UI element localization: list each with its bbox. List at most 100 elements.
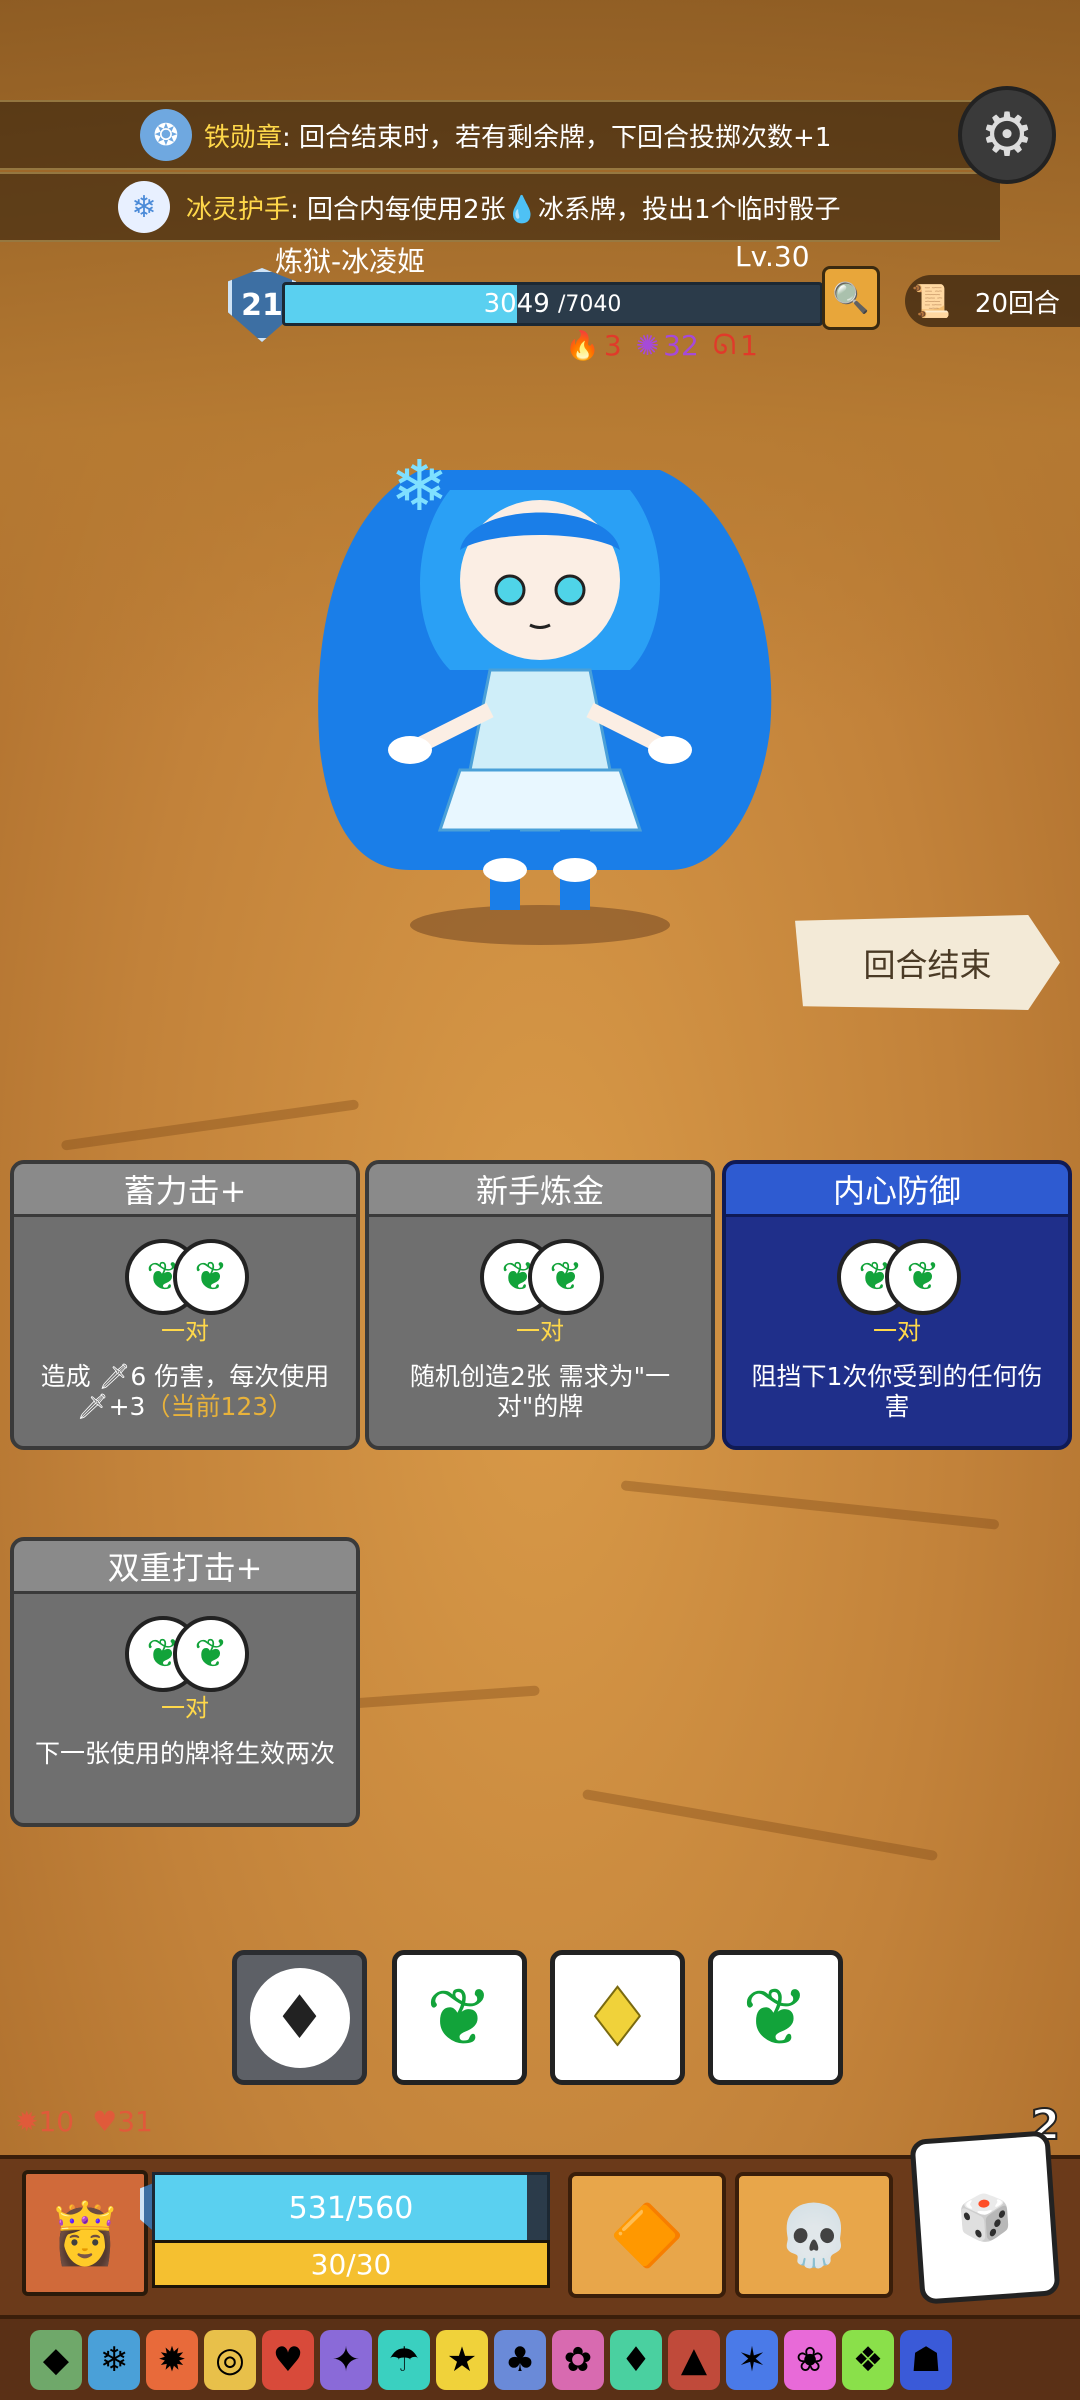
enemy-shield-value: 21 [241, 287, 283, 323]
fire-orb-icon: 🔶 [609, 2200, 685, 2271]
relic-icon[interactable]: ❖ [842, 2329, 894, 2390]
skill-card[interactable]: 内心防御 ❦ ❦ 一对 阻挡下1次你受到的任何伤害 [722, 1160, 1072, 1450]
card-requirement: 一对 [161, 1694, 209, 1722]
player-hp-bar: 531/560 [152, 2172, 550, 2244]
svg-text:❄: ❄ [390, 445, 449, 527]
turn-label: 20回合 [974, 288, 1060, 319]
skill-card[interactable]: 蓄力击+ ❦ ❦ 一对 造成 🗡6 伤害，每次使用 🗡+3（当前123） [10, 1160, 360, 1450]
scroll-icon: 📜 [911, 282, 951, 320]
skill-card[interactable]: 新手炼金 ❦ ❦ 一对 随机创造2张 需求为"一对"的牌 [365, 1160, 715, 1450]
relic-icon[interactable]: ☂ [378, 2329, 430, 2390]
enemy-status[interactable]: 🔥 3 [565, 328, 622, 362]
relic-icon[interactable]: ♦ [610, 2329, 662, 2390]
curse-icon: ᘏ [712, 328, 737, 361]
dice-icon: 🎲 [955, 2190, 1015, 2246]
relic-icon[interactable]: ✶ [726, 2329, 778, 2390]
card-desc-highlight: （当前123） [145, 1392, 294, 1421]
card-desc-text: 随机创造2张 需求为"一对"的牌 [409, 1362, 671, 1421]
skill-card[interactable]: 双重打击+ ❦ ❦ 一对 下一张使用的牌将生效两次 [10, 1537, 360, 1827]
enemy-hp-max: /7040 [558, 291, 622, 317]
end-turn-button[interactable]: 回合结束 [795, 915, 1060, 1010]
status-value: 1 [740, 328, 758, 362]
enemy-hp-bar: 3049 /7040 [282, 282, 823, 326]
diamond-icon: ♦ [249, 1967, 350, 2068]
pair-requirement-icon: ❦ ❦ [480, 1239, 604, 1315]
relic-icon[interactable]: ◆ [30, 2329, 82, 2390]
leaf-icon: ❦ [173, 1239, 249, 1315]
inspect-enemy-button[interactable]: 🔍 [822, 266, 880, 330]
relic-icon[interactable]: ✹ [146, 2329, 198, 2390]
card-description: 下一张使用的牌将生效两次 [14, 1723, 356, 1769]
splat-icon: ✺ [635, 328, 660, 362]
dice-slot[interactable]: ♦ [550, 1950, 685, 2085]
dice-slot[interactable]: ❦ [708, 1950, 843, 2085]
water-skull-icon: 💀 [776, 2200, 852, 2271]
relic-icon[interactable]: ◎ [204, 2329, 256, 2390]
card-requirement: 一对 [873, 1317, 921, 1345]
buff-banner[interactable]: ❂ 铁勋章: 回合结束时，若有剩余牌，下回合投掷次数+1 [0, 100, 1000, 170]
relic-icon[interactable]: ☗ [900, 2329, 952, 2390]
leaf-icon: ❦ [425, 1971, 494, 2064]
settings-gear-icon[interactable]: ⚙ [962, 90, 1052, 180]
card-title: 内心防御 [726, 1164, 1068, 1217]
card-title: 蓄力击+ [14, 1164, 356, 1217]
buff-name: 冰灵护手 [186, 194, 291, 225]
relic-icon[interactable]: ✿ [552, 2329, 604, 2390]
relic-icon[interactable]: ❄ [88, 2329, 140, 2390]
roll-dice-button[interactable]: 🎲 [909, 2130, 1061, 2305]
skill-water-button[interactable]: 💀 [735, 2172, 893, 2298]
heart-shield-icon: ♥ [92, 2105, 118, 2138]
ice-charm-icon: ❄ [118, 181, 170, 233]
enemy-status[interactable]: ✺ 32 [636, 328, 699, 362]
buff-text: 铁勋章: 回合结束时，若有剩余牌，下回合投掷次数+1 [204, 117, 831, 154]
diamond-icon: ♦ [581, 1970, 655, 2065]
dice-slot[interactable]: ❦ [392, 1950, 527, 2085]
buff-text: 冰灵护手: 回合内每使用2张💧冰系牌，投出1个临时骰子 [186, 189, 841, 226]
enemy-name: 炼狱-冰凌姬 [275, 245, 426, 278]
leaf-icon: ❦ [885, 1239, 961, 1315]
buff-desc: : 回合内每使用2张 [290, 194, 506, 225]
buff-banner[interactable]: ❄ 冰灵护手: 回合内每使用2张💧冰系牌，投出1个临时骰子 [0, 172, 1000, 242]
card-description: 造成 🗡6 伤害，每次使用 🗡+3（当前123） [14, 1346, 356, 1422]
player-status-row: ✹10 ♥31 [15, 2105, 153, 2138]
dice-slot[interactable]: ♦ [232, 1950, 367, 2085]
enemy-level: Lv.30 [735, 240, 810, 273]
player-avatar[interactable]: 👸 [22, 2170, 148, 2296]
relic-icon[interactable]: ♣ [494, 2329, 546, 2390]
turn-counter: 📜 20回合 [905, 275, 1080, 327]
relic-icon[interactable]: ★ [436, 2329, 488, 2390]
hero-portrait-icon: 👸 [47, 2198, 123, 2269]
card-requirement: 一对 [516, 1317, 564, 1345]
player-energy-bar: 30/30 [152, 2240, 550, 2288]
relic-icon[interactable]: ▲ [668, 2329, 720, 2390]
flame-icon: 🔥 [565, 328, 600, 362]
magnifier-icon: 🔍 [832, 280, 870, 316]
relic-icon[interactable]: ♥ [262, 2329, 314, 2390]
enemy-hp-value: 3049 [483, 289, 550, 319]
skill-fire-button[interactable]: 🔶 [568, 2172, 726, 2298]
card-title: 新手炼金 [369, 1164, 711, 1217]
enemy-character[interactable]: ❄ [300, 430, 780, 950]
player-status[interactable]: ♥31 [92, 2105, 153, 2138]
player-energy-text: 30/30 [310, 2247, 392, 2281]
leaf-icon: ❦ [741, 1971, 810, 2064]
burn-value: 10 [38, 2105, 75, 2138]
water-drop-icon: 💧 [505, 194, 538, 225]
pair-requirement-icon: ❦ ❦ [837, 1239, 961, 1315]
relic-icon[interactable]: ✦ [320, 2329, 372, 2390]
buff-desc: : 回合结束时，若有剩余牌，下回合投掷次数+1 [282, 122, 832, 153]
leaf-icon: ❦ [528, 1239, 604, 1315]
buff-desc-2: 冰系牌，投出1个临时骰子 [537, 194, 841, 225]
relic-bar: ◆ ❄ ✹ ◎ ♥ ✦ ☂ ★ ♣ ✿ ♦ ▲ ✶ ❀ ❖ ☗ [0, 2315, 1080, 2400]
player-status[interactable]: ✹10 [15, 2105, 74, 2138]
relic-icon[interactable]: ❀ [784, 2329, 836, 2390]
enemy-status[interactable]: ᘏ1 [713, 328, 758, 362]
enemy-hp-text: 3049 /7040 [285, 285, 820, 323]
card-requirement: 一对 [161, 1317, 209, 1345]
block-value: 31 [117, 2105, 153, 2138]
buff-name: 铁勋章 [204, 122, 283, 153]
enemy-status-row: 🔥 3 ✺ 32 ᘏ1 [565, 328, 758, 362]
card-description: 随机创造2张 需求为"一对"的牌 [369, 1346, 711, 1422]
pair-requirement-icon: ❦ ❦ [125, 1616, 249, 1692]
gear-medal-icon: ❂ [140, 109, 192, 161]
